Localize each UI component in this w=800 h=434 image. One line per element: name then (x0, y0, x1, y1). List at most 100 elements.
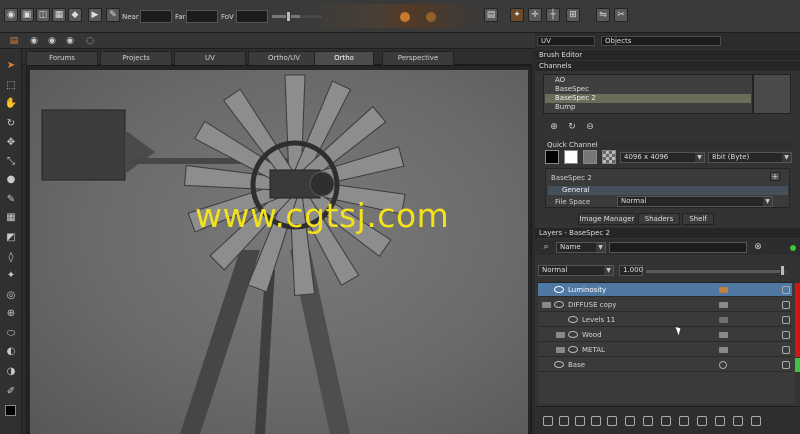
tab-ortho-uv[interactable]: Ortho/UV (248, 51, 320, 65)
opacity-slider-handle[interactable] (780, 265, 785, 276)
trash-icon[interactable] (751, 416, 761, 426)
grid-view-icon[interactable]: ▤ (484, 8, 498, 22)
eye-icon[interactable]: ◉ (4, 8, 18, 22)
tab-uv[interactable]: UV (174, 51, 246, 65)
brush-icon[interactable]: ✎ (106, 8, 120, 22)
merge-icon[interactable] (661, 416, 671, 426)
tab-shaders[interactable]: Shaders (638, 213, 680, 225)
fov-slider-handle[interactable] (286, 11, 291, 22)
transform-icon[interactable]: ⤡ (4, 155, 18, 168)
eye-icon[interactable] (554, 286, 564, 293)
layer-base[interactable]: Base (538, 358, 792, 372)
circle-tool-icon[interactable]: ◎ (4, 289, 18, 302)
channel-bump[interactable]: Bump (545, 103, 751, 112)
new-layer-icon[interactable] (543, 416, 553, 426)
search-icon[interactable]: ⌕ (540, 242, 552, 252)
settings-icon[interactable] (715, 416, 725, 426)
mask-icon[interactable]: ✂ (614, 8, 628, 22)
layer-search-input[interactable] (609, 242, 747, 253)
eyedropper-icon[interactable]: ✐ (4, 385, 18, 398)
marquee-icon[interactable]: ⬚ (4, 79, 18, 92)
clear-search-icon[interactable]: ⊗ (752, 242, 764, 252)
eye-icon[interactable] (568, 346, 578, 353)
blur-icon[interactable]: ◐ (4, 345, 18, 358)
channel-add-icon[interactable]: ⊕ (548, 122, 560, 132)
fov-input[interactable] (236, 10, 268, 23)
grid-tool-icon[interactable]: ▦ (4, 211, 18, 224)
white-swatch[interactable] (564, 150, 578, 164)
layers-tool-icon[interactable]: ▤ (8, 36, 20, 46)
grid-icon[interactable]: ▦ (52, 8, 66, 22)
flatten-icon[interactable] (679, 416, 689, 426)
bit-depth-dropdown[interactable]: 8bit (Byte) ▼ (708, 152, 792, 163)
new-folder-icon[interactable] (559, 416, 569, 426)
general-section[interactable]: General (548, 186, 788, 195)
view-eye-icon[interactable]: ◉ (46, 36, 58, 46)
rotate-icon[interactable]: ↻ (4, 117, 18, 130)
tab-image-manager[interactable]: Image Manager (578, 213, 636, 225)
channel-ao[interactable]: AO (545, 76, 751, 85)
play-icon[interactable]: ▶ (88, 8, 102, 22)
tab-forums[interactable]: Forums (26, 51, 98, 65)
drop-icon[interactable]: ● (4, 173, 18, 186)
channel-basespec[interactable]: BaseSpec (545, 85, 751, 94)
black-swatch[interactable] (545, 150, 559, 164)
grey-swatch[interactable] (583, 150, 597, 164)
hand-icon[interactable]: ✋ (4, 97, 18, 110)
filter-dropdown[interactable]: Name ▼ (556, 242, 606, 253)
clone-icon[interactable]: ⊕ (4, 307, 18, 320)
mask-add-icon[interactable] (591, 416, 601, 426)
resolution-dropdown[interactable]: 4096 x 4096 ▼ (620, 152, 705, 163)
scale-icon[interactable]: ⊞ (566, 8, 580, 22)
duplicate-icon[interactable] (643, 416, 653, 426)
lock-icon[interactable] (782, 316, 790, 324)
lock-icon[interactable] (782, 346, 790, 354)
fill-icon[interactable]: ◩ (4, 231, 18, 244)
fx-icon[interactable] (607, 416, 617, 426)
viewport-3d[interactable] (30, 70, 528, 434)
objects-dropdown[interactable]: Objects (601, 36, 721, 46)
symmetry-icon[interactable]: ⇋ (596, 8, 610, 22)
checker-swatch[interactable] (602, 150, 616, 164)
camera-icon[interactable]: ▣ (20, 8, 34, 22)
uv-set-dropdown[interactable]: UV (537, 36, 595, 46)
pin-icon[interactable]: ✦ (4, 269, 18, 282)
smudge-icon[interactable]: ◊ (4, 251, 18, 264)
eye-icon[interactable] (568, 316, 578, 323)
eye-icon[interactable] (554, 301, 564, 308)
lock-icon[interactable] (782, 286, 790, 294)
export-icon[interactable] (697, 416, 707, 426)
tab-projects[interactable]: Projects (100, 51, 172, 65)
axis-icon[interactable]: ┼ (546, 8, 560, 22)
hide-icon[interactable]: ◌ (84, 36, 96, 46)
layer-levels-11[interactable]: Levels 11 (538, 313, 792, 327)
channel-refresh-icon[interactable]: ↻ (566, 122, 578, 132)
frame-icon[interactable]: ◫ (36, 8, 50, 22)
plus-icon[interactable]: + (770, 172, 780, 181)
blend-mode-dropdown[interactable]: Normal ▼ (538, 265, 614, 276)
paint-icon[interactable]: ✎ (4, 193, 18, 206)
select-arrow-icon[interactable]: ➤ (4, 59, 18, 72)
view-eye-icon[interactable]: ◉ (28, 36, 40, 46)
layer-diffuse-copy[interactable]: DIFFUSE copy (538, 298, 792, 312)
opacity-slider[interactable] (646, 270, 786, 273)
lock-icon[interactable] (782, 361, 790, 369)
move-icon[interactable]: ✥ (4, 136, 18, 149)
cube-icon[interactable]: ◆ (68, 8, 82, 22)
tab-shelf[interactable]: Shelf (682, 213, 714, 225)
far-input[interactable] (186, 10, 218, 23)
lock-icon[interactable] (782, 331, 790, 339)
eye-icon[interactable] (554, 361, 564, 368)
tab-ortho[interactable]: Ortho (314, 51, 374, 65)
dodge-icon[interactable]: ◑ (4, 365, 18, 378)
channel-basespec-2[interactable]: BaseSpec 2 (545, 94, 751, 103)
grid-icon[interactable] (733, 416, 743, 426)
layer-wood[interactable]: Wood (538, 328, 792, 342)
color-swatch[interactable] (5, 405, 16, 416)
eye-icon[interactable] (568, 331, 578, 338)
file-space-dropdown[interactable]: Normal ▼ (617, 196, 773, 207)
opacity-input[interactable]: 1.000 (619, 265, 643, 276)
adjustment-icon[interactable] (575, 416, 585, 426)
lock-icon[interactable] (782, 301, 790, 309)
layer-metal[interactable]: METAL (538, 343, 792, 357)
